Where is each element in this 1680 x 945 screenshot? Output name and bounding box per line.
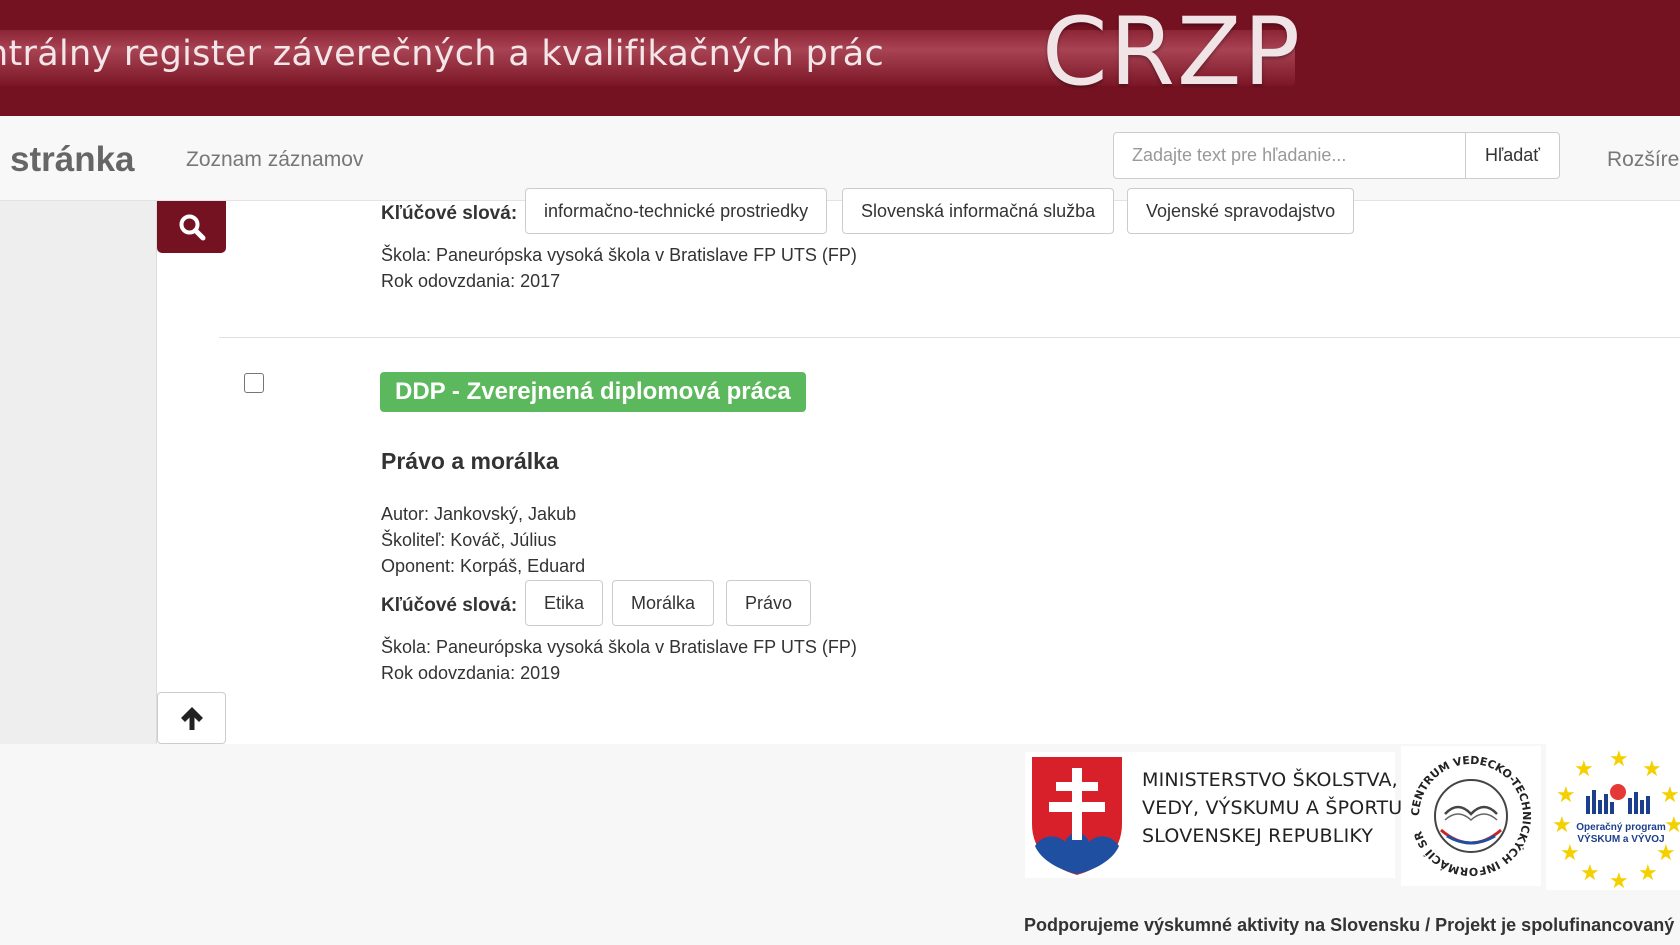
cvti-logo[interactable]: CENTRUM VEDECKO-TECHNICKÝCH INFORMÁCIÍ S… bbox=[1401, 746, 1541, 886]
op-research-logo[interactable]: ★ ★ ★ ★ ★ ★ ★ ★ ★ ★ ★ ★ Operačný program bbox=[1546, 740, 1680, 890]
svg-text:★: ★ bbox=[1574, 757, 1594, 782]
search-input[interactable] bbox=[1113, 132, 1466, 179]
record-school: Škola: Paneurópska vysoká škola v Bratis… bbox=[381, 245, 857, 265]
record-supervisor: Školiteľ: Kováč, Július bbox=[381, 530, 557, 550]
svg-text:★: ★ bbox=[1642, 757, 1662, 782]
footer-support-note: Podporujeme výskumné aktivity na Slovens… bbox=[1024, 915, 1675, 935]
keyword-button[interactable]: Morálka bbox=[612, 580, 715, 626]
svg-text:★: ★ bbox=[1664, 813, 1680, 838]
nav-brand[interactable]: stránka bbox=[10, 140, 135, 180]
slovak-coat-of-arms-icon bbox=[1030, 755, 1124, 878]
search-button[interactable]: Hľadať bbox=[1465, 132, 1560, 179]
record-type-badge: DDP - Zverejnená diplomová práca bbox=[380, 372, 806, 412]
svg-text:★: ★ bbox=[1580, 861, 1600, 886]
sidebar bbox=[0, 201, 157, 744]
svg-text:★: ★ bbox=[1556, 783, 1576, 808]
svg-text:★: ★ bbox=[1609, 869, 1629, 890]
ministry-name-line: VEDY, VÝSKUMU A ŠPORTU bbox=[1142, 797, 1403, 819]
keyword-button[interactable]: Etika bbox=[525, 580, 604, 626]
header-banner: ntrálny register záverečných a kvalifika… bbox=[0, 0, 1680, 116]
record-school: Škola: Paneurópska vysoká škola v Bratis… bbox=[381, 637, 857, 657]
cvti-emblem-icon: CENTRUM VEDECKO-TECHNICKÝCH INFORMÁCIÍ S… bbox=[1409, 754, 1533, 878]
scroll-to-top-button[interactable] bbox=[157, 692, 226, 744]
keyword-button[interactable]: Slovenská informačná služba bbox=[842, 188, 1115, 234]
svg-text:★: ★ bbox=[1638, 861, 1658, 886]
cvti-ring-text: CENTRUM VEDECKO-TECHNICKÝCH INFORMÁCIÍ S… bbox=[1409, 754, 1533, 878]
record-keywords-label: Kľúčové slová: bbox=[381, 203, 518, 224]
arrow-up-icon bbox=[180, 707, 203, 730]
ministry-logo[interactable]: MINISTERSTVO ŠKOLSTVA, VEDY, VÝSKUMU A Š… bbox=[1025, 752, 1402, 878]
op-research-logo-text: Operačný program VÝSKUM a VÝVOJ bbox=[1576, 822, 1666, 846]
nav-link-advanced-search[interactable]: Rozšíre bbox=[1607, 148, 1679, 172]
ministry-name-line: MINISTERSTVO ŠKOLSTVA, bbox=[1142, 769, 1398, 791]
svg-text:★: ★ bbox=[1609, 747, 1629, 772]
op-text-line: Operačný program bbox=[1576, 822, 1666, 833]
record-opponent: Oponent: Korpáš, Eduard bbox=[381, 556, 586, 576]
navbar: stránka Zoznam záznamov Hľadať Rozšíre bbox=[0, 116, 1680, 201]
svg-text:CENTRUM VEDECKO-TECHNICKÝCH IN: CENTRUM VEDECKO-TECHNICKÝCH INFORMÁCIÍ S… bbox=[1409, 754, 1533, 878]
keyword-button[interactable]: Právo bbox=[726, 580, 812, 626]
eu-stars-icon: ★ ★ ★ ★ ★ ★ ★ ★ ★ ★ ★ ★ bbox=[1552, 747, 1680, 890]
search-icon bbox=[179, 214, 205, 241]
nav-link-record-list[interactable]: Zoznam záznamov bbox=[186, 148, 363, 172]
record-year: Rok odovzdania: 2019 bbox=[381, 663, 561, 683]
crzp-logo[interactable]: CRZP bbox=[1042, 6, 1302, 100]
svg-text:★: ★ bbox=[1660, 783, 1680, 808]
record-divider bbox=[219, 337, 1680, 338]
ministry-name-line: SLOVENSKEJ REPUBLIKY bbox=[1142, 825, 1374, 847]
ministry-name: MINISTERSTVO ŠKOLSTVA, VEDY, VÝSKUMU A Š… bbox=[1142, 766, 1402, 850]
banner-title: ntrálny register záverečných a kvalifika… bbox=[0, 34, 885, 74]
record-keywords-label: Kľúčové slová: bbox=[381, 595, 518, 616]
record-select-checkbox[interactable] bbox=[244, 373, 264, 393]
keyword-button[interactable]: Vojenské spravodajstvo bbox=[1127, 188, 1355, 234]
keyword-button[interactable]: informačno-technické prostriedky bbox=[525, 188, 828, 234]
record-title[interactable]: Právo a morálka bbox=[381, 448, 559, 475]
record-author: Autor: Jankovský, Jakub bbox=[381, 504, 577, 524]
sidebar-search-button[interactable] bbox=[157, 201, 226, 253]
record-year: Rok odovzdania: 2017 bbox=[381, 271, 561, 291]
op-text-line: VÝSKUM a VÝVOJ bbox=[1577, 834, 1665, 845]
svg-text:★: ★ bbox=[1552, 813, 1572, 838]
